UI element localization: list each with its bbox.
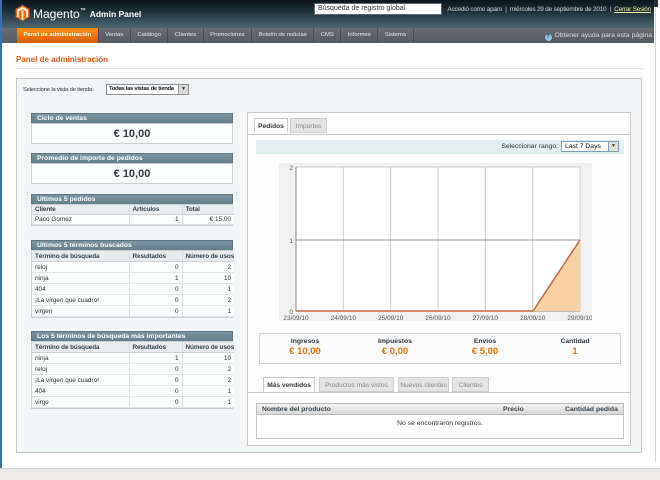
svg-text:25/09/10: 25/09/10	[378, 315, 404, 321]
svg-text:1: 1	[289, 238, 293, 245]
svg-text:29/09/10: 29/09/10	[567, 315, 592, 321]
svg-text:24/09/10: 24/09/10	[331, 315, 357, 321]
svg-text:28/09/10: 28/09/10	[520, 315, 546, 321]
svg-text:27/09/10: 27/09/10	[473, 315, 499, 321]
svg-text:26/09/10: 26/09/10	[425, 315, 451, 321]
svg-text:23/09/10: 23/09/10	[283, 315, 309, 321]
svg-text:2: 2	[289, 165, 293, 172]
